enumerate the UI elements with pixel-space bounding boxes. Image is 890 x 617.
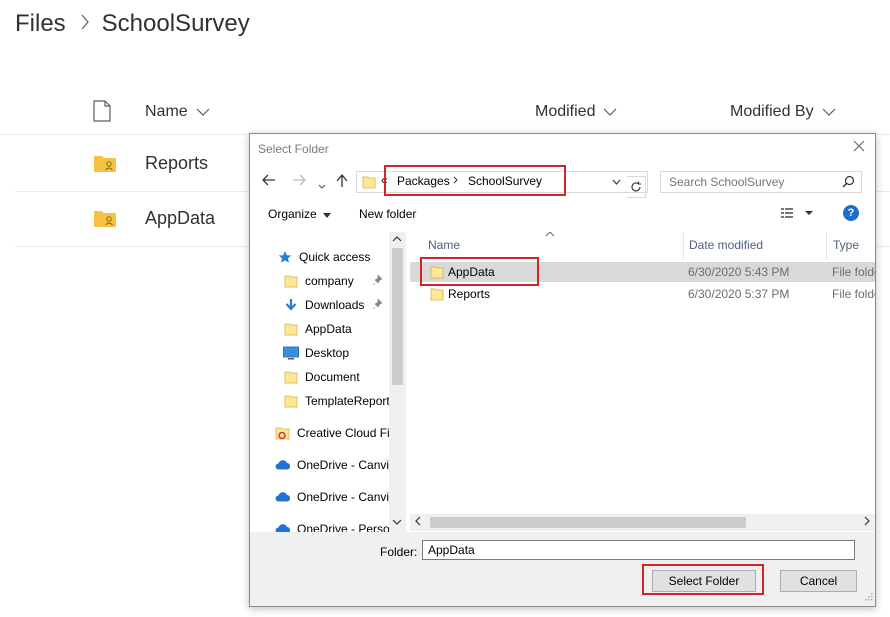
row-name[interactable]: Reports bbox=[145, 153, 208, 174]
navigation-pane: Quick access company Downloads AppData D… bbox=[250, 232, 407, 534]
nav-item-company[interactable]: company bbox=[283, 270, 403, 292]
chevron-right-icon bbox=[80, 13, 90, 36]
folder-icon bbox=[283, 273, 299, 289]
organize-button[interactable]: Organize bbox=[268, 207, 332, 221]
scroll-down-icon[interactable] bbox=[392, 517, 402, 528]
help-icon[interactable]: ? bbox=[843, 205, 859, 221]
scroll-left-icon[interactable] bbox=[415, 515, 421, 529]
cloud-icon bbox=[275, 489, 291, 505]
column-name[interactable]: Name bbox=[145, 103, 210, 121]
pin-icon bbox=[372, 298, 383, 312]
cloud-icon bbox=[275, 457, 291, 473]
folder-icon bbox=[283, 369, 299, 385]
search-input[interactable] bbox=[661, 172, 839, 192]
nav-item-onedrive[interactable]: OneDrive - Canviz bbox=[275, 454, 395, 476]
column-modified-by[interactable]: Modified By bbox=[730, 103, 836, 121]
scroll-thumb[interactable] bbox=[430, 517, 746, 528]
folder-icon bbox=[430, 287, 444, 304]
back-arrow-icon[interactable] bbox=[262, 174, 276, 189]
view-options-icon[interactable] bbox=[781, 207, 815, 222]
breadcrumb: Files SchoolSurvey bbox=[15, 10, 250, 38]
dialog-footer: Folder: Select Folder Cancel bbox=[250, 532, 875, 606]
document-icon[interactable] bbox=[93, 100, 111, 127]
column-divider bbox=[826, 232, 827, 260]
chevron-down-icon bbox=[196, 103, 210, 121]
search-icon bbox=[842, 175, 855, 191]
column-divider bbox=[683, 232, 684, 260]
search-box[interactable] bbox=[660, 171, 862, 193]
select-folder-dialog: Select Folder « Packages SchoolSurvey Se… bbox=[249, 133, 876, 607]
nav-scrollbar[interactable] bbox=[389, 232, 406, 532]
file-list-header: Name Date modified Type bbox=[410, 232, 875, 260]
folder-input[interactable] bbox=[422, 540, 855, 560]
close-icon[interactable] bbox=[853, 140, 865, 155]
shared-folder-icon bbox=[93, 153, 117, 178]
up-arrow-icon[interactable] bbox=[336, 173, 348, 191]
column-date-modified[interactable]: Date modified bbox=[689, 238, 763, 252]
select-folder-button[interactable]: Select Folder bbox=[652, 570, 756, 592]
forward-arrow-icon[interactable] bbox=[292, 174, 306, 189]
breadcrumb-files[interactable]: Files bbox=[15, 10, 66, 38]
nav-item-onedrive[interactable]: OneDrive - Canviz bbox=[275, 486, 395, 508]
folder-label: Folder: bbox=[380, 545, 418, 559]
nav-item-templatereport[interactable]: TemplateReport bbox=[283, 390, 390, 412]
breadcrumb-current: SchoolSurvey bbox=[101, 10, 250, 37]
nav-item-appdata[interactable]: AppData bbox=[283, 318, 352, 340]
dialog-toolbar: Organize New folder ? bbox=[250, 204, 875, 226]
folder-icon bbox=[283, 393, 299, 409]
nav-item-document[interactable]: Document bbox=[283, 366, 360, 388]
folder-icon bbox=[283, 321, 299, 337]
folder-icon bbox=[362, 175, 376, 192]
cancel-button[interactable]: Cancel bbox=[780, 570, 857, 592]
star-icon bbox=[277, 249, 293, 265]
recent-chevron-icon[interactable] bbox=[318, 178, 326, 192]
selection-highlight bbox=[420, 257, 539, 286]
pin-icon bbox=[372, 274, 383, 288]
column-modified[interactable]: Modified bbox=[535, 103, 617, 121]
file-row[interactable]: Reports 6/30/2020 5:37 PM File folder bbox=[410, 284, 875, 304]
chevron-down-icon bbox=[603, 103, 617, 121]
address-highlight bbox=[384, 165, 566, 196]
row-name[interactable]: AppData bbox=[145, 208, 215, 229]
chevron-down-icon bbox=[822, 103, 836, 121]
column-name[interactable]: Name bbox=[428, 238, 460, 252]
file-list-scrollbar[interactable] bbox=[410, 514, 875, 531]
column-type[interactable]: Type bbox=[833, 238, 859, 252]
desktop-icon bbox=[283, 345, 299, 361]
resize-grip-icon[interactable] bbox=[863, 590, 873, 604]
shared-folder-icon bbox=[93, 208, 117, 233]
nav-item-creative-cloud[interactable]: Creative Cloud Fil bbox=[275, 422, 392, 444]
nav-item-quick-access[interactable]: Quick access bbox=[277, 246, 370, 268]
refresh-icon[interactable] bbox=[627, 176, 646, 198]
chevron-down-icon[interactable] bbox=[612, 176, 621, 188]
scroll-right-icon[interactable] bbox=[864, 515, 870, 529]
scroll-up-icon[interactable] bbox=[392, 234, 402, 245]
scroll-thumb[interactable] bbox=[392, 248, 403, 385]
sort-up-icon bbox=[545, 232, 555, 240]
download-icon bbox=[283, 297, 299, 313]
nav-item-desktop[interactable]: Desktop bbox=[283, 342, 349, 364]
new-folder-button[interactable]: New folder bbox=[359, 207, 416, 221]
creative-cloud-icon bbox=[275, 425, 291, 441]
dialog-title: Select Folder bbox=[258, 142, 329, 156]
nav-item-downloads[interactable]: Downloads bbox=[283, 294, 403, 316]
list-header: Name Modified Modified By bbox=[0, 96, 890, 135]
